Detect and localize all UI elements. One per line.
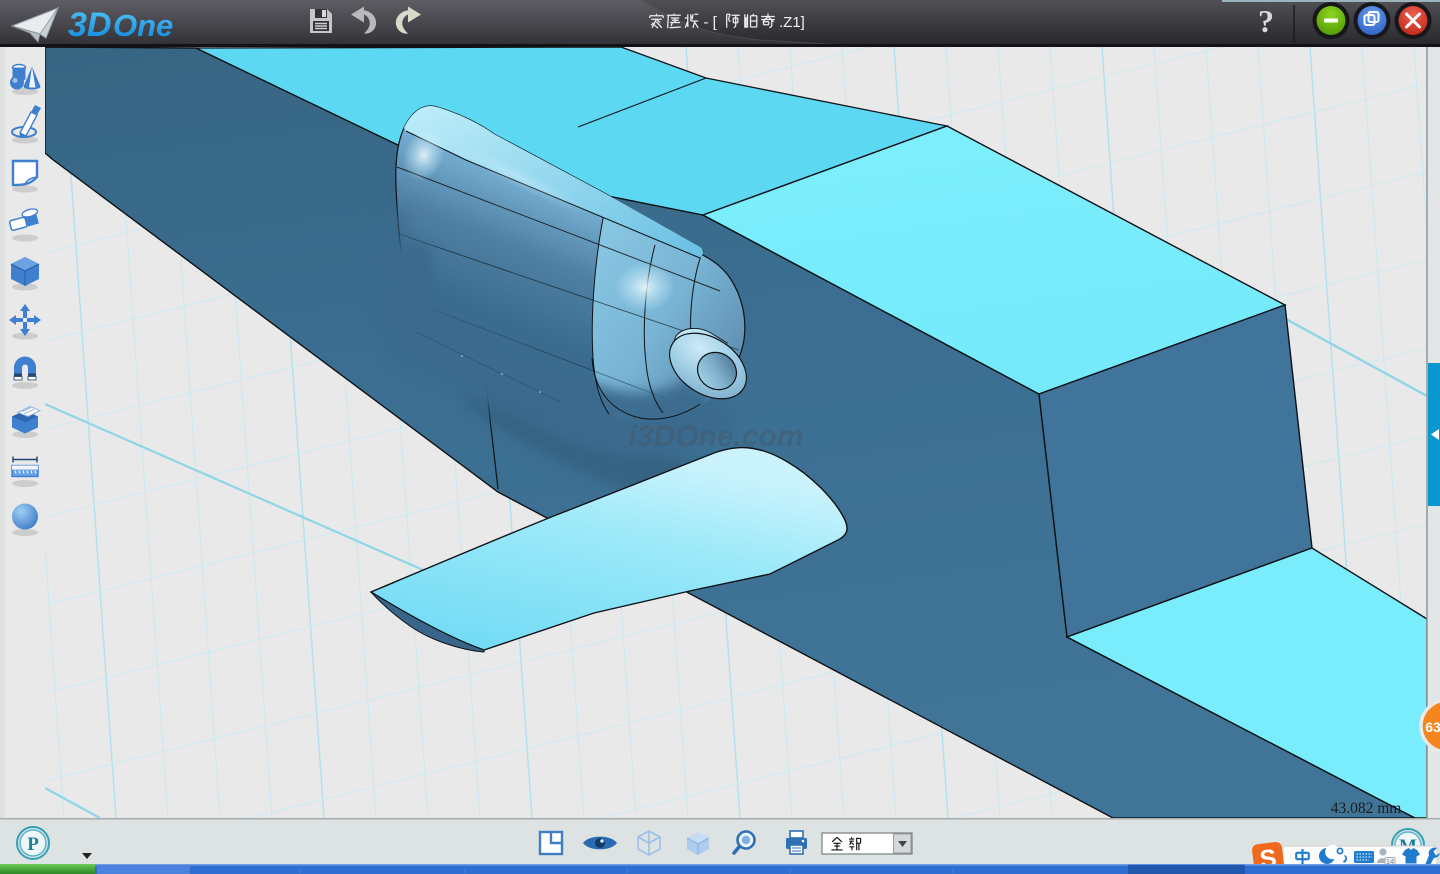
svg-text:i3DOne.com: i3DOne.com — [628, 420, 803, 453]
svg-text:3D: 3D — [68, 6, 111, 44]
svg-text:?: ? — [1258, 3, 1274, 39]
svg-text:- [: - [ — [704, 14, 718, 31]
svg-text:43.082 mm: 43.082 mm — [1331, 800, 1402, 817]
svg-text:One: One — [113, 8, 173, 43]
svg-text:63: 63 — [1425, 719, 1440, 735]
svg-text:P: P — [27, 834, 39, 855]
svg-text:.Z1]: .Z1] — [779, 14, 805, 31]
